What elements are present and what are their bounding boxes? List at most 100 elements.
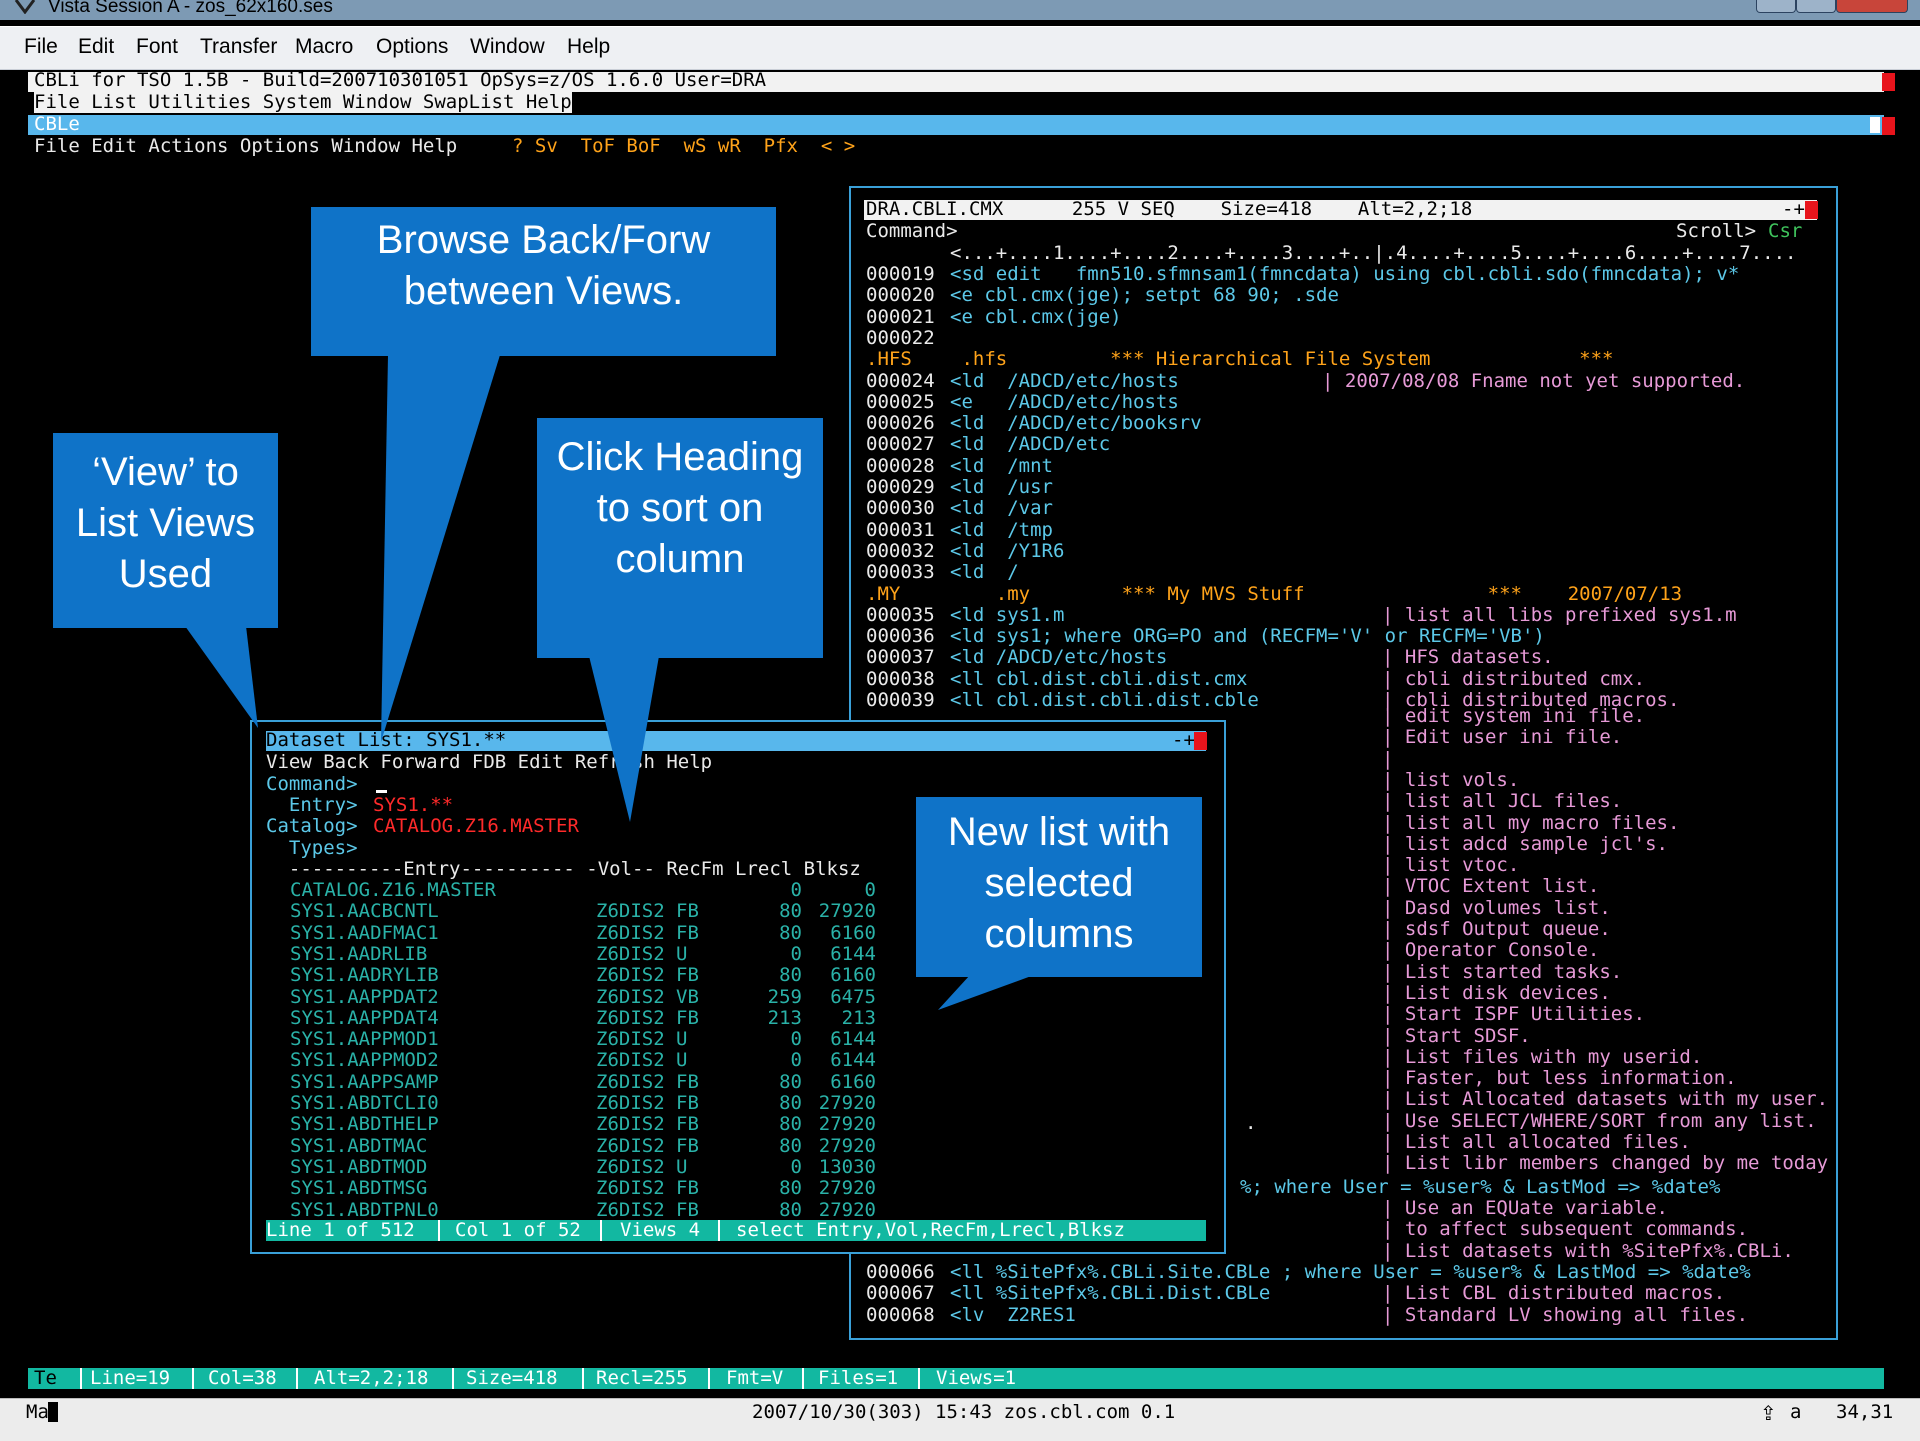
cble-close-icon[interactable] — [1882, 117, 1895, 135]
recfm-cell: FB — [676, 1134, 699, 1157]
entry-cell[interactable]: SYS1.AAPPMOD1 — [290, 1028, 439, 1050]
comment-line: | List Allocated datasets with my user. — [1382, 1088, 1829, 1111]
vol-cell: Z6DIS2 — [596, 1006, 665, 1029]
close-button[interactable] — [1836, 0, 1908, 13]
line-text[interactable]: .my *** My MVS Stuff *** 2007/07/13 — [950, 583, 1682, 605]
dataset-list-menu[interactable]: View Back Forward FDB Edit Refresh Help — [266, 751, 712, 773]
vol-cell: Z6DIS2 — [596, 1134, 665, 1157]
entry-cell[interactable]: SYS1.ABDTPNL0 — [290, 1199, 439, 1221]
menu-edit[interactable]: Edit — [78, 35, 114, 59]
status-fmt: Fmt=V — [726, 1367, 784, 1389]
menu-window[interactable]: Window — [470, 35, 545, 59]
line-text[interactable]: <ld /tmp — [950, 519, 1053, 541]
line-number: 000037 — [866, 646, 935, 669]
recfm-cell: FB — [676, 1177, 699, 1200]
line-text[interactable]: <ld /usr — [950, 476, 1053, 498]
entry-cell[interactable]: SYS1.AAPPDAT4 — [290, 1007, 439, 1029]
menu-font[interactable]: Font — [136, 35, 178, 59]
line-text[interactable]: <e /ADCD/etc/hosts — [950, 391, 1179, 413]
lrecl-cell: 0 — [790, 1049, 802, 1072]
entry-cell[interactable]: SYS1.ABDTCLI0 — [290, 1092, 439, 1114]
line-text[interactable]: <sd edit fmn510.sfmnsam1(fmncdata) using… — [950, 263, 1739, 285]
line-text[interactable]: <ld sys1; where ORG=PO and (RECFM='V' or… — [950, 625, 1545, 647]
entry-cell[interactable]: SYS1.ABDTMOD — [290, 1156, 427, 1178]
dataset-list-controls[interactable]: -+ — [1172, 729, 1195, 751]
maximize-button[interactable] — [1796, 0, 1836, 13]
recfm-cell: FB — [676, 1006, 699, 1029]
menu-transfer[interactable]: Transfer — [200, 35, 277, 59]
recfm-cell: FB — [676, 1070, 699, 1093]
entry-cell[interactable]: SYS1.AADRLIB — [290, 943, 427, 965]
line-text[interactable]: <ld / — [950, 561, 1019, 583]
editor-scroll-value[interactable]: Csr — [1768, 220, 1802, 242]
recfm-cell: FB — [676, 1198, 699, 1221]
entry-cell[interactable]: SYS1.AADFMAC1 — [290, 922, 439, 944]
cble-toolbar[interactable]: ? Sv ToF BoF wS wR Pfx < > — [512, 135, 855, 157]
entry-cell[interactable]: SYS1.AAPPSAMP — [290, 1071, 439, 1093]
editor-close-icon[interactable] — [1805, 201, 1818, 219]
menu-file[interactable]: File — [24, 35, 58, 59]
line-text[interactable]: <ld /ADCD/etc/hosts — [950, 647, 1167, 669]
cble-restore-icon[interactable] — [1870, 117, 1880, 133]
entry-input[interactable]: SYS1.** — [373, 794, 453, 816]
line-text[interactable]: .hfs *** Hierarchical File System *** — [950, 348, 1613, 370]
line-number: 000021 — [866, 305, 935, 328]
line-text[interactable]: <ld sys1.m — [950, 604, 1064, 626]
dataset-list-column-headers[interactable]: ----------Entry---------- -Vol-- RecFm L… — [266, 858, 861, 880]
blksz-cell: 27920 — [818, 1092, 876, 1114]
status-divider — [438, 1220, 440, 1241]
oia-center: 2007/10/30(303) 15:43 zos.cbl.com 0.1 — [752, 1401, 1176, 1423]
status-col: Col=38 — [208, 1367, 277, 1389]
entry-cell[interactable]: CATALOG.Z16.MASTER — [290, 879, 496, 901]
blksz-cell: 6144 — [830, 942, 876, 965]
line-text[interactable]: <ld /var — [950, 497, 1053, 519]
menu-macro[interactable]: Macro — [295, 35, 353, 59]
close-icon[interactable] — [1882, 73, 1895, 91]
comment-line: | VTOC Extent list. — [1382, 875, 1600, 898]
menu-options[interactable]: Options — [376, 35, 448, 59]
editor-ruler: <...+....1....+....2....+....3....+..|.4… — [950, 242, 1797, 264]
line-text[interactable]: <ll cbl.dist.cbli.dist.cmx — [950, 668, 1247, 690]
line-text[interactable]: <ll %SitePfx%.CBLi.Dist.CBLe — [950, 1282, 1270, 1304]
entry-cell[interactable]: SYS1.ABDTMAC — [290, 1135, 427, 1157]
dataset-list-close-icon[interactable] — [1194, 732, 1207, 750]
line-number: 000020 — [866, 284, 935, 307]
cble-menu[interactable]: File Edit Actions Options Window Help — [34, 135, 457, 157]
line-number: 000039 — [866, 689, 935, 711]
callout-view: ‘View’ to List Views Used — [53, 433, 278, 628]
vol-cell: Z6DIS2 — [596, 1049, 665, 1072]
line-text[interactable]: <ld /Y1R6 — [950, 540, 1064, 562]
line-text[interactable]: <ll %SitePfx%.CBLi.Site.CBLe ; where Use… — [950, 1261, 1751, 1283]
oia-cursor-position: 34,31 — [1836, 1401, 1894, 1423]
minimize-button[interactable] — [1756, 0, 1796, 13]
line-text[interactable]: <ld /mnt — [950, 455, 1053, 477]
entry-cell[interactable]: SYS1.AAPPMOD2 — [290, 1050, 439, 1072]
entry-cell[interactable]: SYS1.ABDTMSG — [290, 1177, 427, 1199]
window-titlebar: Vista Session A - zos_62x160.ses — [0, 0, 1920, 20]
line-text[interactable]: <e cbl.cmx(jge); setpt 68 90; .sde — [950, 284, 1339, 306]
entry-cell[interactable]: SYS1.AAPPDAT2 — [290, 986, 439, 1008]
entry-cell[interactable]: SYS1.AACBCNTL — [290, 900, 439, 922]
oia-cursor — [48, 1402, 58, 1422]
status-size: Size=418 — [466, 1367, 558, 1389]
line-text[interactable]: <ld /ADCD/etc/booksrv — [950, 412, 1202, 434]
comment-line: | List files with my userid. — [1382, 1045, 1703, 1068]
line-text[interactable]: <ld /ADCD/etc/hosts — [950, 370, 1179, 392]
vol-cell: Z6DIS2 — [596, 1155, 665, 1178]
editor-command-label: Command> — [866, 220, 958, 242]
line-text[interactable]: <lv Z2RES1 — [950, 1304, 1076, 1326]
catalog-input[interactable]: CATALOG.Z16.MASTER — [373, 815, 579, 837]
line-text[interactable]: <e cbl.cmx(jge) — [950, 306, 1122, 328]
entry-cell[interactable]: SYS1.ABDTHELP — [290, 1113, 439, 1135]
line-number: 000022 — [866, 326, 935, 349]
window-title: Vista Session A - zos_62x160.ses — [48, 0, 333, 17]
dataset-list-status-line: Line 1 of 512 — [266, 1219, 415, 1241]
recfm-cell: FB — [676, 964, 699, 987]
menu-help[interactable]: Help — [567, 35, 610, 59]
status-alt: Alt=2,2;18 — [314, 1367, 429, 1389]
entry-cell[interactable]: SYS1.AADRYLIB — [290, 964, 439, 986]
line-text[interactable]: <ld /ADCD/etc — [950, 434, 1110, 456]
cbli-top-menu[interactable]: File List Utilities System Window SwapLi… — [34, 91, 572, 114]
line-text[interactable]: <ll cbl.dist.cbli.dist.cble — [950, 689, 1259, 711]
editor-controls[interactable]: -+ — [1782, 198, 1805, 220]
